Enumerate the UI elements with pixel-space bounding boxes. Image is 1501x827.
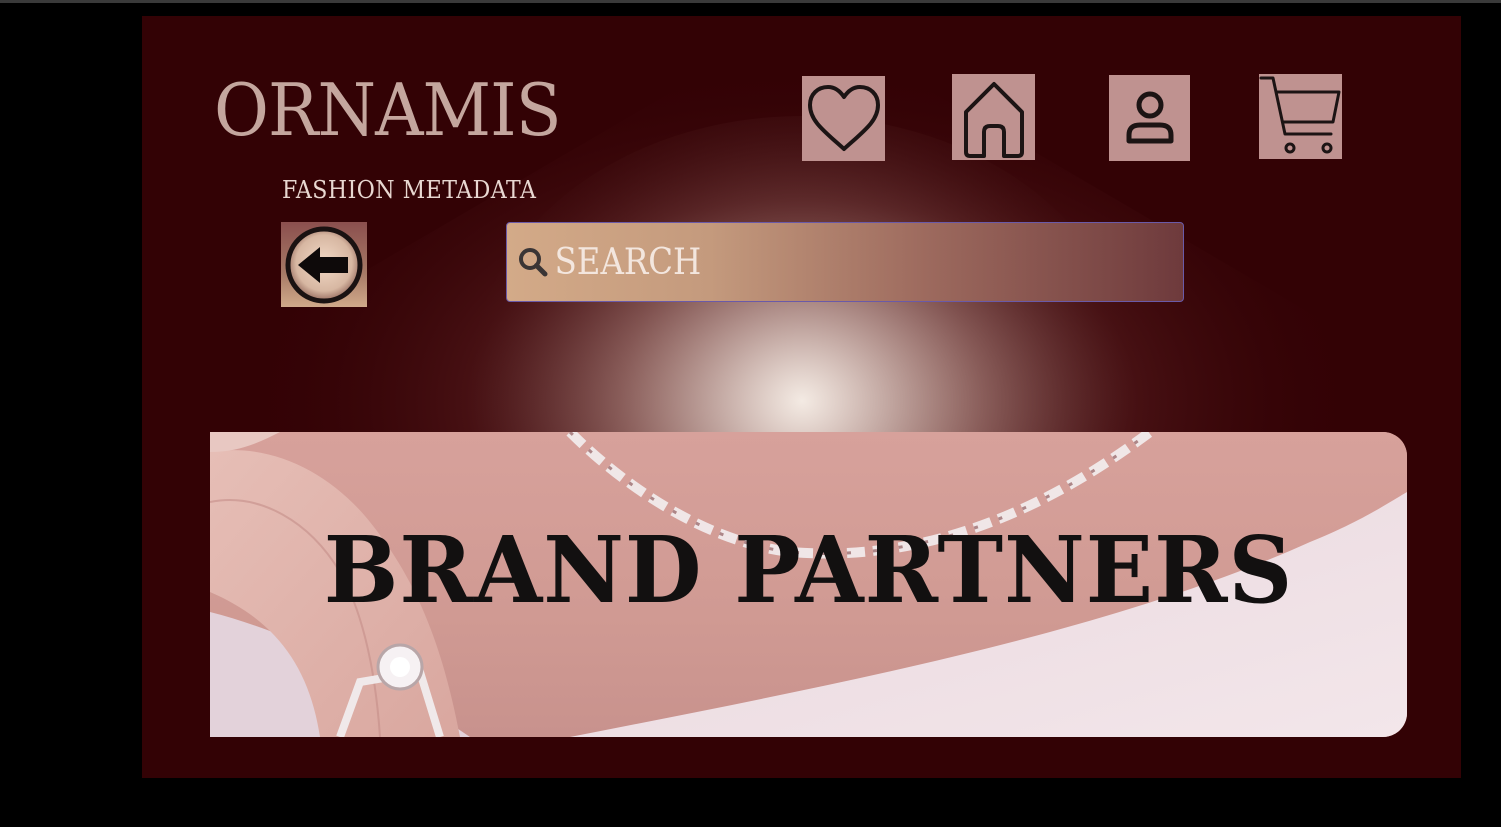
cart-button[interactable] — [1259, 74, 1342, 159]
cart-icon — [1259, 76, 1341, 154]
user-icon — [1126, 91, 1173, 144]
home-button[interactable] — [952, 74, 1035, 160]
banner-title: BRAND PARTNERS — [323, 516, 1294, 624]
wishlist-button[interactable] — [802, 76, 885, 161]
heart-icon — [807, 84, 880, 151]
back-button[interactable] — [281, 222, 367, 307]
brand-partners-banner[interactable]: BRAND PARTNERS — [210, 432, 1407, 737]
account-button[interactable] — [1109, 75, 1190, 161]
brand-logo: ORNAMIS — [214, 68, 562, 152]
window-top-edge — [0, 0, 1501, 3]
search-icon — [515, 244, 551, 280]
search-input[interactable] — [551, 241, 1095, 283]
search-bar[interactable] — [506, 222, 1184, 302]
app-frame: ORNAMIS FASHION METADATA SEARCH BRAND PA… — [142, 16, 1461, 778]
arrow-left-icon — [285, 226, 363, 303]
brand-tagline: FASHION METADATA — [282, 176, 537, 204]
home-icon — [963, 82, 1024, 158]
